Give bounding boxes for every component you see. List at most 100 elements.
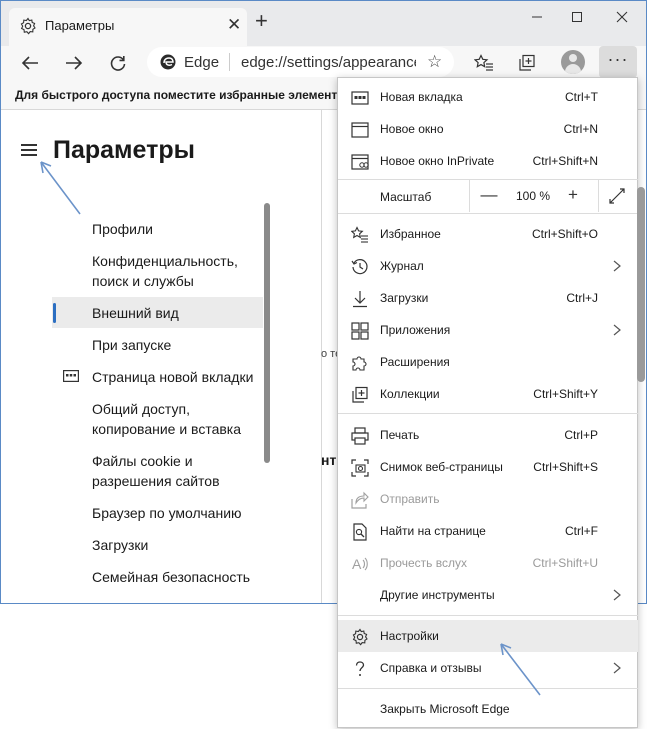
sidebar-item-share-line2[interactable]: копирование и вставка xyxy=(92,419,241,439)
menu-item-share: Отправить xyxy=(338,483,638,515)
menu-label: Закрыть Microsoft Edge xyxy=(380,702,510,716)
refresh-button[interactable] xyxy=(103,48,133,78)
address-separator xyxy=(229,53,230,71)
sidebar-item-appearance[interactable]: Внешний вид xyxy=(92,303,179,323)
menu-separator xyxy=(338,213,638,214)
sidebar-item-profiles[interactable]: Профили xyxy=(92,219,153,239)
menu-item-apps[interactable]: Приложения xyxy=(338,314,638,346)
sidebar-item-downloads[interactable]: Загрузки xyxy=(92,535,148,555)
sidebar-item-new-tab-page[interactable]: Страница новой вкладки xyxy=(92,367,253,387)
menu-shortcut: Ctrl+Shift+Y xyxy=(533,387,598,401)
menu-item-new-window[interactable]: Новое окно Ctrl+N xyxy=(338,113,638,145)
menu-label: Настройки xyxy=(380,629,439,643)
hamburger-menu-icon[interactable] xyxy=(21,144,37,156)
collections-icon[interactable] xyxy=(514,50,540,76)
edge-logo-icon xyxy=(160,54,176,70)
menu-item-favorites[interactable]: Избранное Ctrl+Shift+O xyxy=(338,218,638,250)
fullscreen-icon[interactable] xyxy=(603,182,631,210)
annotation-arrow-settings xyxy=(500,643,541,696)
menu-item-history[interactable]: Журнал xyxy=(338,250,638,282)
menu-item-settings[interactable]: Настройки xyxy=(338,620,638,652)
settings-more-menu: Новая вкладка Ctrl+T Новое окно Ctrl+N Н… xyxy=(337,77,638,728)
sidebar-item-cookies[interactable]: Файлы cookie и xyxy=(92,451,193,471)
sidebar-item-share[interactable]: Общий доступ, xyxy=(92,399,190,419)
menu-item-help[interactable]: Справка и отзывы xyxy=(338,652,638,684)
sidebar-item-privacy-line2[interactable]: поиск и службы xyxy=(92,271,194,291)
sidebar-item-family-safety[interactable]: Семейная безопасность xyxy=(92,567,250,587)
share-icon xyxy=(351,491,369,509)
chevron-right-icon xyxy=(612,324,622,336)
minimize-button[interactable] xyxy=(517,3,557,31)
menu-item-extensions[interactable]: Расширения xyxy=(338,346,638,378)
close-window-button[interactable] xyxy=(602,3,642,31)
menu-label: Отправить xyxy=(380,492,440,506)
download-icon xyxy=(351,290,369,308)
forward-button[interactable] xyxy=(59,48,89,78)
avatar-body xyxy=(565,64,581,74)
sidebar-item-startup[interactable]: При запуске xyxy=(92,335,171,355)
nav-active-indicator xyxy=(53,303,56,323)
sidebar-item-cookies-line2[interactable]: разрешения сайтов xyxy=(92,471,220,491)
menu-label: Избранное xyxy=(380,227,441,241)
avatar-head xyxy=(569,54,577,62)
more-menu-button[interactable]: ··· xyxy=(599,46,637,78)
find-on-page-icon xyxy=(351,523,369,541)
menu-label: Справка и отзывы xyxy=(380,661,482,675)
printer-icon xyxy=(351,427,369,445)
menu-item-close-edge[interactable]: Закрыть Microsoft Edge xyxy=(338,693,638,725)
menu-item-find[interactable]: Найти на странице Ctrl+F xyxy=(338,515,638,547)
back-button[interactable] xyxy=(15,48,45,78)
content-heading-fragment: нт xyxy=(321,452,337,468)
chevron-right-icon xyxy=(612,260,622,272)
avatar[interactable] xyxy=(561,50,585,74)
new-tab-page-icon xyxy=(63,370,79,382)
menu-item-downloads[interactable]: Загрузки Ctrl+J xyxy=(338,282,638,314)
tab-close-icon[interactable]: ✕ xyxy=(227,15,241,35)
menu-shortcut: Ctrl+P xyxy=(564,428,598,442)
menu-label: Снимок веб-страницы xyxy=(380,460,503,474)
menu-item-screenshot[interactable]: Снимок веб-страницы Ctrl+Shift+S xyxy=(338,451,638,483)
title-bar: Параметры ✕ + xyxy=(1,1,646,46)
menu-item-collections[interactable]: Коллекции Ctrl+Shift+Y xyxy=(338,378,638,410)
zoom-in-button[interactable]: + xyxy=(559,182,587,210)
menu-item-new-inprivate[interactable]: Новое окно InPrivate Ctrl+Shift+N xyxy=(338,145,638,177)
menu-label: Новая вкладка xyxy=(380,90,463,104)
toolbar: Edge edge://settings/appearance ☆ ··· xyxy=(1,46,646,80)
sidebar-scrollbar[interactable] xyxy=(264,203,270,463)
menu-label: Масштаб xyxy=(380,190,432,204)
sidebar-item-default-browser[interactable]: Браузер по умолчанию xyxy=(92,503,242,523)
menu-label: Журнал xyxy=(380,259,424,273)
menu-shortcut: Ctrl+Shift+O xyxy=(531,227,598,241)
menu-item-more-tools[interactable]: Другие инструменты xyxy=(338,579,638,611)
menu-shortcut: Ctrl+Shift+N xyxy=(532,154,598,168)
menu-item-new-tab[interactable]: Новая вкладка Ctrl+T xyxy=(338,81,638,113)
maximize-button[interactable] xyxy=(557,3,597,31)
menu-label: Печать xyxy=(380,428,420,442)
address-bar[interactable]: Edge edge://settings/appearance ☆ xyxy=(147,47,454,77)
menu-shortcut: Ctrl+T xyxy=(565,90,598,104)
tab-settings[interactable]: Параметры ✕ xyxy=(9,8,247,46)
tab-title: Параметры xyxy=(45,18,115,33)
history-icon xyxy=(351,258,369,276)
menu-separator xyxy=(338,179,638,180)
address-url[interactable]: edge://settings/appearance xyxy=(241,54,416,71)
star-icon[interactable]: ☆ xyxy=(427,52,442,72)
menu-item-print[interactable]: Печать Ctrl+P xyxy=(338,419,638,451)
zoom-separator xyxy=(598,180,599,212)
sidebar-item-privacy[interactable]: Конфиденциальность, xyxy=(92,251,238,271)
menu-shortcut: Ctrl+Shift+U xyxy=(532,556,598,570)
menu-scrollbar[interactable] xyxy=(637,187,645,382)
gear-icon xyxy=(19,17,37,35)
inprivate-icon xyxy=(351,153,369,171)
read-aloud-icon: A xyxy=(351,555,369,573)
new-tab-button[interactable]: + xyxy=(255,10,268,32)
annotation-arrow-hamburger xyxy=(40,161,81,215)
svg-text:A: A xyxy=(352,556,362,572)
menu-separator xyxy=(338,413,638,414)
puzzle-icon xyxy=(351,354,369,372)
menu-shortcut: Ctrl+J xyxy=(566,291,598,305)
chevron-right-icon xyxy=(612,589,622,601)
zoom-out-button[interactable]: — xyxy=(475,182,503,210)
favorites-list-icon[interactable] xyxy=(471,50,497,76)
menu-separator xyxy=(338,688,638,689)
